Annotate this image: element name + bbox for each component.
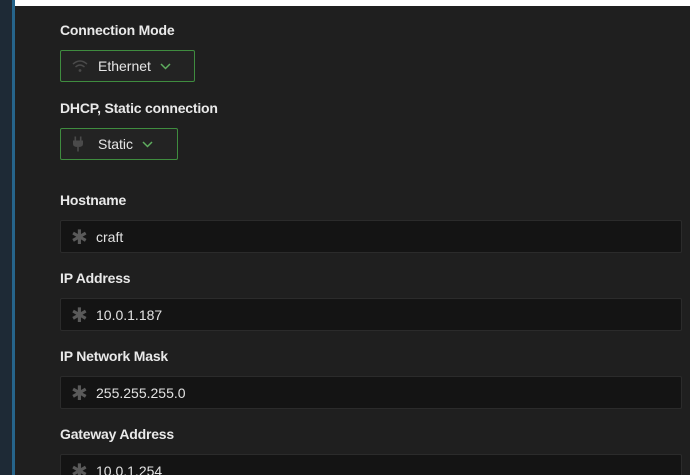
gateway-input[interactable]	[96, 462, 656, 475]
dhcp-static-label: DHCP, Static connection	[60, 100, 218, 116]
ip-address-input[interactable]	[96, 306, 656, 323]
dhcp-static-select[interactable]: Static	[60, 128, 178, 160]
required-asterisk-icon: ✱	[71, 458, 88, 475]
chevron-down-icon	[142, 140, 153, 148]
ip-address-label: IP Address	[60, 270, 131, 286]
ip-address-field[interactable]: ✱	[60, 298, 682, 331]
connection-mode-value: Ethernet	[98, 58, 151, 74]
network-mask-input[interactable]	[96, 384, 656, 401]
network-mask-label: IP Network Mask	[60, 348, 169, 364]
left-sidebar-rail	[0, 0, 12, 475]
required-asterisk-icon: ✱	[71, 380, 88, 405]
gateway-field[interactable]: ✱	[60, 454, 682, 475]
connection-mode-select[interactable]: Ethernet	[60, 50, 195, 82]
network-settings-panel: Connection Mode Ethernet DHCP, Static co…	[15, 6, 690, 475]
chevron-down-icon	[160, 62, 171, 70]
dhcp-static-value: Static	[98, 136, 134, 152]
hostname-field[interactable]: ✱	[60, 220, 682, 253]
plug-icon	[72, 136, 88, 152]
hostname-label: Hostname	[60, 192, 127, 208]
hostname-input[interactable]	[96, 228, 656, 245]
window: Connection Mode Ethernet DHCP, Static co…	[0, 0, 700, 475]
network-mask-field[interactable]: ✱	[60, 376, 682, 409]
gateway-label: Gateway Address	[60, 426, 174, 442]
wifi-icon	[72, 59, 88, 73]
required-asterisk-icon: ✱	[71, 224, 88, 249]
required-asterisk-icon: ✱	[71, 302, 88, 327]
connection-mode-label: Connection Mode	[60, 22, 175, 38]
